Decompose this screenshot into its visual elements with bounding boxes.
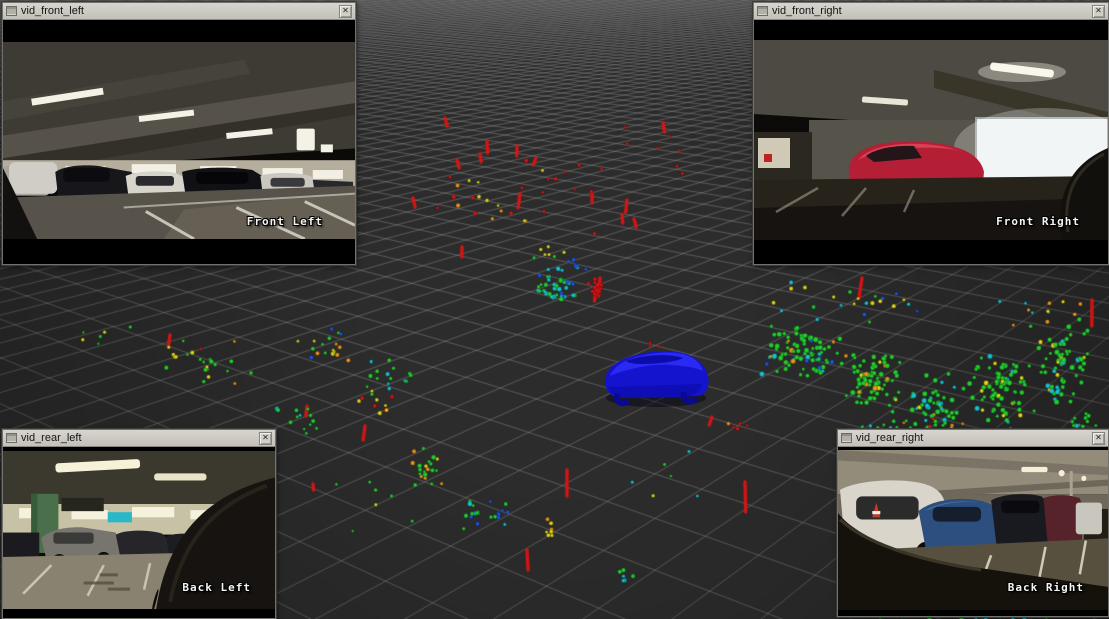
- camera-feed-rear-left: Back Left: [3, 447, 275, 618]
- camera-label: Front Left: [247, 215, 323, 228]
- ego-vehicle-model: [596, 332, 714, 410]
- camera-feed-rear-right: Back Right: [838, 447, 1108, 616]
- close-button[interactable]: ✕: [1092, 432, 1105, 445]
- window-icon: [6, 6, 17, 16]
- camera-label: Back Left: [182, 581, 251, 594]
- window-title: vid_front_right: [772, 4, 842, 19]
- camera-label: Front Right: [996, 215, 1080, 228]
- window-vid-front-right: vid_front_right ✕: [753, 2, 1109, 265]
- window-title: vid_rear_right: [856, 431, 923, 446]
- close-icon: ✕: [1095, 6, 1102, 15]
- camera-label: Back Right: [1008, 581, 1084, 594]
- window-vid-rear-left: vid_rear_left ✕: [2, 429, 276, 619]
- titlebar-vid-front-left[interactable]: vid_front_left ✕: [3, 3, 355, 20]
- titlebar-vid-front-right[interactable]: vid_front_right ✕: [754, 3, 1108, 20]
- titlebar-vid-rear-left[interactable]: vid_rear_left ✕: [3, 430, 275, 447]
- front-left-garage-image: [3, 42, 355, 239]
- close-icon: ✕: [262, 433, 269, 442]
- camera-feed-front-left: Front Left: [3, 20, 355, 264]
- close-icon: ✕: [1095, 433, 1102, 442]
- titlebar-vid-rear-right[interactable]: vid_rear_right ✕: [838, 430, 1108, 447]
- close-icon: ✕: [342, 6, 349, 15]
- window-icon: [841, 433, 852, 443]
- front-right-garage-image: [754, 40, 1108, 240]
- window-vid-front-left: vid_front_left ✕: [2, 2, 356, 265]
- window-icon: [6, 433, 17, 443]
- close-button[interactable]: ✕: [259, 432, 272, 445]
- window-title: vid_rear_left: [21, 431, 82, 446]
- window-title: vid_front_left: [21, 4, 84, 19]
- window-vid-rear-right: vid_rear_right ✕: [837, 429, 1109, 617]
- camera-feed-front-right: Front Right: [754, 20, 1108, 264]
- sensor-visualization-app: vid_front_left ✕: [0, 0, 1109, 619]
- window-icon: [757, 6, 768, 16]
- close-button[interactable]: ✕: [1092, 5, 1105, 18]
- close-button[interactable]: ✕: [339, 5, 352, 18]
